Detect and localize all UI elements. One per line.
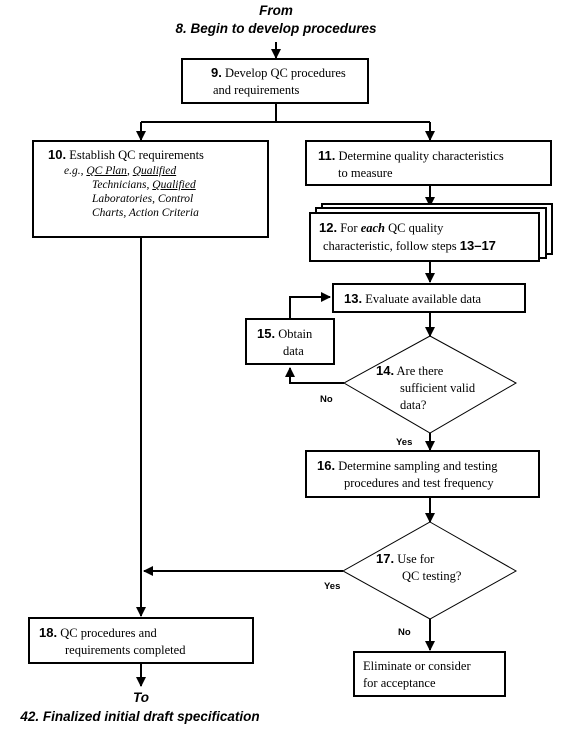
- example-technicians: Technicians: [92, 179, 147, 191]
- step-12-text-post: QC quality: [385, 221, 444, 235]
- step-15-number: 15.: [257, 326, 276, 341]
- from-label: From: [259, 3, 293, 18]
- step-15-text-line2: data: [283, 344, 304, 358]
- example-qualified-1: Qualified: [132, 165, 177, 177]
- step-12-box[interactable]: 12. For each QC quality characteristic, …: [309, 212, 540, 262]
- step-12-number: 12.: [319, 220, 338, 235]
- eliminate-box[interactable]: Eliminate or consider for acceptance: [353, 651, 506, 697]
- step-16-text-line2: procedures and test frequency: [344, 476, 494, 490]
- step-14-text-line3: data?: [400, 398, 427, 412]
- edge-label-14-no: No: [320, 394, 333, 405]
- eliminate-text-line1: Eliminate or consider: [363, 659, 471, 673]
- step-18-text-line2: requirements completed: [65, 643, 186, 657]
- step-9-number: 9.: [211, 65, 222, 80]
- to-step-link[interactable]: 42. Finalized initial draft specificatio…: [0, 709, 280, 724]
- step-15-text-line1: Obtain: [278, 327, 313, 341]
- step-17-text-line2: QC testing?: [402, 569, 462, 583]
- step-11-number: 11.: [318, 148, 336, 163]
- step-15-box[interactable]: 15. Obtain data: [245, 318, 335, 365]
- step-16-box[interactable]: 16. Determine sampling and testing proce…: [305, 450, 540, 498]
- example-qualified-2: Qualified: [152, 179, 196, 191]
- step-10-eg: e.g.,: [64, 165, 84, 177]
- step-17-number: 17.: [376, 551, 395, 566]
- step-14-text-line1: Are there: [396, 364, 444, 378]
- step-12-text-pre: For: [340, 221, 361, 235]
- step-13-box[interactable]: 13. Evaluate available data: [332, 283, 526, 313]
- step-11-box[interactable]: 11. Determine quality characteristics to…: [305, 140, 552, 186]
- edge-label-17-yes: Yes: [324, 581, 341, 592]
- step-18-box[interactable]: 18. QC procedures and requirements compl…: [28, 617, 254, 664]
- step-9-text-line1: Develop QC procedures: [224, 66, 346, 80]
- eliminate-text-line2: for acceptance: [363, 676, 436, 690]
- edge-label-17-no: No: [398, 627, 411, 638]
- step-18-number: 18.: [39, 625, 58, 640]
- example-qc-plan: QC Plan: [86, 165, 127, 177]
- step-12-range: 13–17: [459, 238, 496, 253]
- example-control: Control: [157, 193, 194, 205]
- step-16-text-line1: Determine sampling and testing: [338, 459, 498, 473]
- step-10-number: 10.: [48, 147, 67, 162]
- step-13-number: 13.: [344, 291, 363, 306]
- step-14-text-line2: sufficient valid: [400, 381, 476, 395]
- step-16-number: 16.: [317, 458, 336, 473]
- step-14-number: 14.: [376, 363, 395, 378]
- to-label: To: [133, 690, 149, 705]
- decision-17-text[interactable]: 17. Use for QC testing?: [376, 550, 506, 585]
- step-17-text-line1: Use for: [397, 552, 435, 566]
- step-13-text: Evaluate available data: [365, 292, 482, 306]
- example-charts: Charts: [92, 207, 124, 219]
- from-step-link[interactable]: 8. Begin to develop procedures: [126, 21, 426, 36]
- decision-14-text[interactable]: 14. Are there sufficient valid data?: [376, 362, 516, 414]
- step-12-text-line2: characteristic, follow steps: [323, 239, 460, 253]
- step-10-box[interactable]: 10. Establish QC requirements e.g., QC P…: [32, 140, 269, 238]
- step-9-box[interactable]: 9. Develop QC procedures and requirement…: [181, 58, 369, 104]
- step-12-each: each: [360, 221, 386, 235]
- step-9-text-line2: and requirements: [213, 83, 300, 97]
- example-action-criteria: Action Criteria: [128, 207, 199, 219]
- edge-label-14-yes: Yes: [396, 437, 413, 448]
- step-11-text-line1: Determine quality characteristics: [338, 149, 504, 163]
- arrow-14-no-to-15: [285, 367, 344, 384]
- step-10-title: Establish QC requirements: [69, 148, 204, 162]
- arrow-15-to-13: [289, 292, 331, 318]
- example-laboratories: Laboratories: [92, 193, 153, 205]
- step-11-text-line2: to measure: [338, 166, 393, 180]
- step-18-text-line1: QC procedures and: [60, 626, 157, 640]
